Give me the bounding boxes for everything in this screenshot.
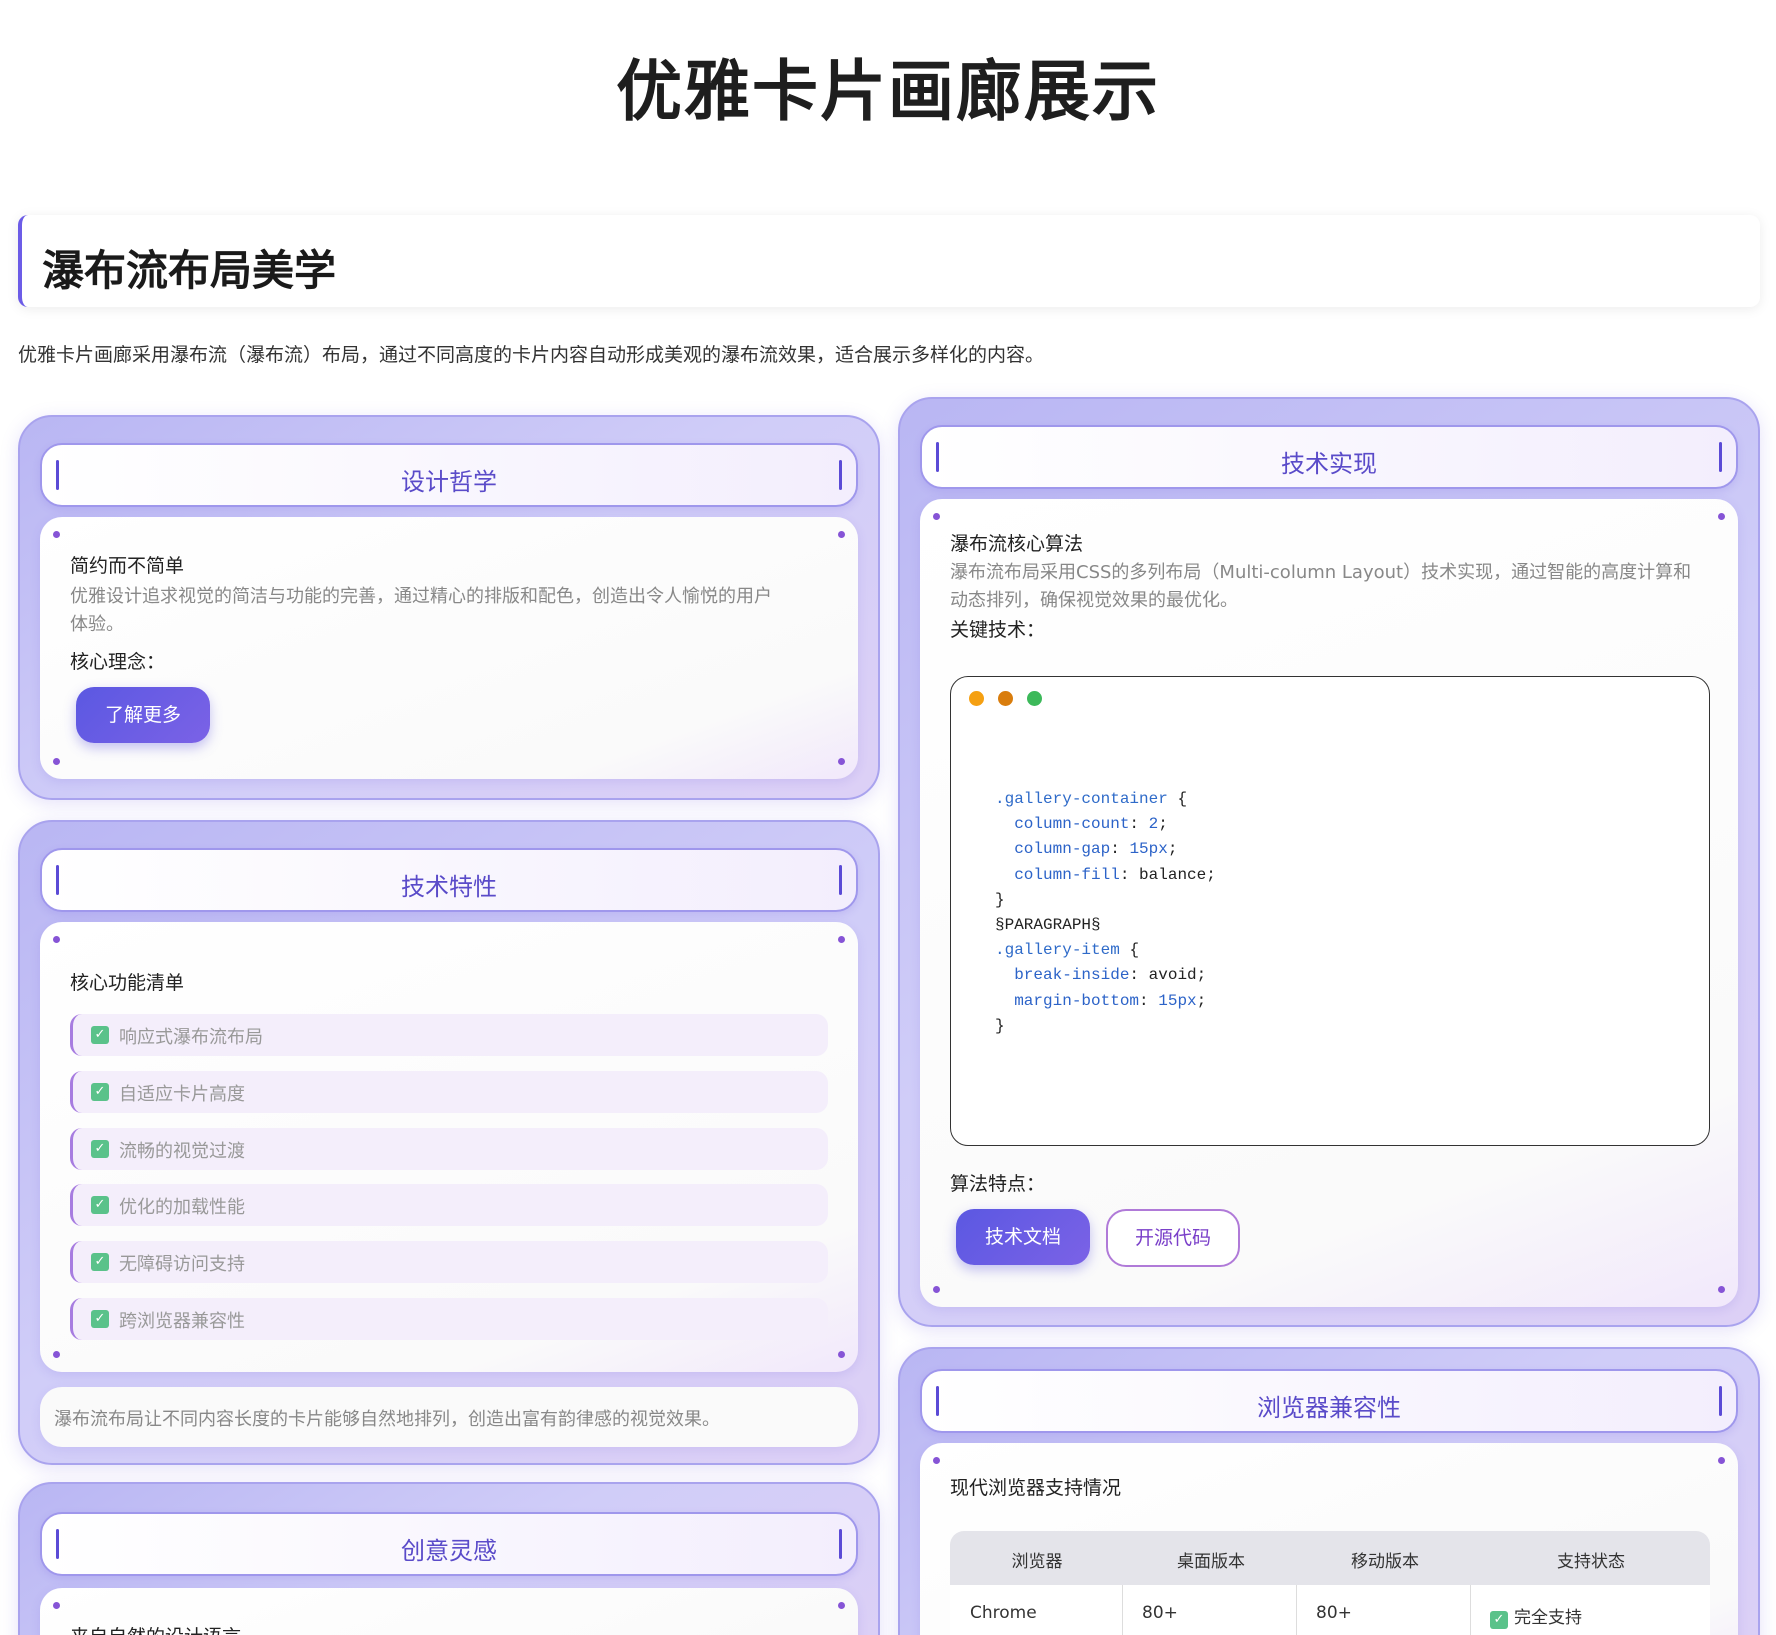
cell-browser: Chrome — [970, 1603, 1037, 1623]
check-icon: ✓ — [1490, 1611, 1508, 1629]
window-dot-green — [1027, 691, 1042, 706]
card-title: 浏览器兼容性 — [1257, 1394, 1401, 1422]
feature-label: 优化的加载性能 — [119, 1197, 245, 1218]
page-title: 优雅卡片画廊展示 — [616, 53, 1160, 130]
feature-label: 响应式瀑布流布局 — [119, 1027, 263, 1048]
feature-item: ✓ 跨浏览器兼容性 — [70, 1298, 828, 1340]
corner-dot — [838, 531, 845, 538]
col-divider — [1122, 1585, 1123, 1635]
card-tech-features: 技术特性 核心功能清单 ✓ 响应式瀑布流布局 ✓ 自适应卡片高度 ✓ 流畅的视觉… — [18, 820, 880, 1465]
check-icon: ✓ — [91, 1310, 109, 1328]
check-icon: ✓ — [91, 1026, 109, 1044]
window-dot-amber — [998, 691, 1013, 706]
check-icon: ✓ — [91, 1196, 109, 1214]
corner-dot — [933, 513, 940, 520]
card-quote: 瀑布流布局让不同内容长度的卡片能够自然地排列，创造出富有韵律感的视觉效果。 — [40, 1387, 858, 1447]
intro-text: 优雅卡片画廊采用瀑布流（瀑布流）布局，通过不同高度的卡片内容自动形成美观的瀑布流… — [18, 344, 1045, 366]
algo-label: 算法特点： — [950, 1173, 1046, 1195]
th-mobile: 移动版本 — [1351, 1552, 1419, 1572]
card-header: 技术实现 — [920, 425, 1738, 489]
corner-dot — [53, 1602, 60, 1609]
th-browser: 浏览器 — [1011, 1552, 1063, 1572]
col-divider — [1296, 1585, 1297, 1635]
card-body: 瀑布流核心算法 瀑布流布局采用CSS的多列布局（Multi-column Lay… — [920, 499, 1738, 1307]
section-header: 瀑布流布局美学 — [18, 215, 1760, 307]
card-subtitle: 瀑布流核心算法 — [950, 533, 1084, 555]
cell-desktop: 80+ — [1142, 1603, 1178, 1623]
card-title: 创意灵感 — [401, 1537, 497, 1565]
feature-item: ✓ 无障碍访问支持 — [70, 1241, 828, 1283]
window-dot-orange — [969, 691, 984, 706]
corner-dot — [53, 758, 60, 765]
feature-item: ✓ 响应式瀑布流布局 — [70, 1014, 828, 1056]
card-header: 创意灵感 — [40, 1512, 858, 1576]
card-tech-implementation: 技术实现 瀑布流核心算法 瀑布流布局采用CSS的多列布局（Multi-colum… — [898, 397, 1760, 1327]
th-desktop: 桌面版本 — [1177, 1552, 1245, 1572]
card-subtitle: 核心功能清单 — [70, 972, 185, 994]
corner-dot — [838, 758, 845, 765]
compat-table: 浏览器 桌面版本 移动版本 支持状态 Chrome 80+ 80+ ✓ 完全支持 — [950, 1531, 1710, 1635]
card-description: 优雅设计追求视觉的简洁与功能的完善，通过精心的排版和配色，创造出令人愉悦的用户 — [70, 586, 772, 607]
feature-item: ✓ 流畅的视觉过渡 — [70, 1128, 828, 1170]
corner-dot — [53, 531, 60, 538]
card-description-cont: 动态排列，确保视觉效果的最优化。 — [950, 590, 1238, 611]
header-accent-right — [1719, 1386, 1722, 1416]
feature-item: ✓ 自适应卡片高度 — [70, 1071, 828, 1113]
tech-docs-button[interactable]: 技术文档 — [956, 1209, 1090, 1265]
card-design-philosophy: 设计哲学 简约而不简单 优雅设计追求视觉的简洁与功能的完善，通过精心的排版和配色… — [18, 415, 880, 800]
corner-dot — [1718, 1457, 1725, 1464]
corner-dot — [838, 1602, 845, 1609]
feature-item: ✓ 优化的加载性能 — [70, 1184, 828, 1226]
card-body: 来自自然的设计语言 — [40, 1588, 858, 1635]
card-browser-compat: 浏览器兼容性 现代浏览器支持情况 浏览器 桌面版本 移动版本 支持状态 Chro… — [898, 1347, 1760, 1635]
header-accent-right — [1719, 442, 1722, 472]
corner-dot — [1718, 1286, 1725, 1293]
cell-mobile: 80+ — [1316, 1603, 1352, 1623]
header-accent-right — [839, 460, 842, 490]
feature-label: 自适应卡片高度 — [119, 1084, 245, 1105]
corner-dot — [933, 1286, 940, 1293]
card-title: 设计哲学 — [401, 468, 497, 496]
section-title: 瀑布流布局美学 — [42, 246, 337, 295]
quote-text: 瀑布流布局让不同内容长度的卡片能够自然地排列，创造出富有韵律感的视觉效果。 — [54, 1409, 720, 1430]
feature-label: 无障碍访问支持 — [119, 1254, 245, 1275]
card-title: 技术特性 — [401, 873, 497, 901]
learn-more-button[interactable]: 了解更多 — [76, 687, 210, 743]
col-divider — [1470, 1585, 1471, 1635]
cell-status: ✓ 完全支持 — [1490, 1603, 1582, 1629]
open-source-button[interactable]: 开源代码 — [1106, 1209, 1240, 1267]
card-title: 技术实现 — [1281, 450, 1377, 478]
corner-dot — [1718, 513, 1725, 520]
corner-dot — [838, 1351, 845, 1358]
card-description-cont: 体验。 — [70, 614, 124, 635]
card-description: 瀑布流布局采用CSS的多列布局（Multi-column Layout）技术实现… — [950, 562, 1692, 583]
header-accent-right — [839, 1529, 842, 1559]
feature-label: 流畅的视觉过渡 — [119, 1141, 245, 1162]
card-subtitle: 简约而不简单 — [70, 555, 185, 577]
check-icon: ✓ — [91, 1140, 109, 1158]
corner-dot — [53, 1351, 60, 1358]
card-header: 浏览器兼容性 — [920, 1369, 1738, 1433]
card-body: 核心功能清单 ✓ 响应式瀑布流布局 ✓ 自适应卡片高度 ✓ 流畅的视觉过渡 ✓ … — [40, 922, 858, 1372]
card-subtitle: 现代浏览器支持情况 — [950, 1477, 1122, 1499]
corner-dot — [838, 936, 845, 943]
key-tech-label: 关键技术： — [950, 619, 1046, 641]
check-icon: ✓ — [91, 1083, 109, 1101]
code-block: .gallery-container { column-count: 2; co… — [995, 790, 1216, 1035]
th-status: 支持状态 — [1557, 1552, 1625, 1572]
corner-dot — [53, 936, 60, 943]
feature-label: 跨浏览器兼容性 — [119, 1311, 245, 1332]
card-header: 技术特性 — [40, 848, 858, 912]
check-icon: ✓ — [91, 1253, 109, 1271]
card-body: 简约而不简单 优雅设计追求视觉的简洁与功能的完善，通过精心的排版和配色，创造出令… — [40, 517, 858, 779]
card-subtitle: 来自自然的设计语言 — [70, 1622, 241, 1635]
card-header: 设计哲学 — [40, 443, 858, 507]
card-creative-inspiration: 创意灵感 来自自然的设计语言 — [18, 1482, 880, 1635]
status-label: 完全支持 — [1514, 1608, 1582, 1628]
card-body: 现代浏览器支持情况 浏览器 桌面版本 移动版本 支持状态 Chrome 80+ … — [920, 1443, 1738, 1635]
corner-dot — [933, 1457, 940, 1464]
code-window: .gallery-container { column-count: 2; co… — [950, 676, 1710, 1146]
header-accent-right — [839, 865, 842, 895]
concept-label: 核心理念： — [70, 651, 166, 673]
